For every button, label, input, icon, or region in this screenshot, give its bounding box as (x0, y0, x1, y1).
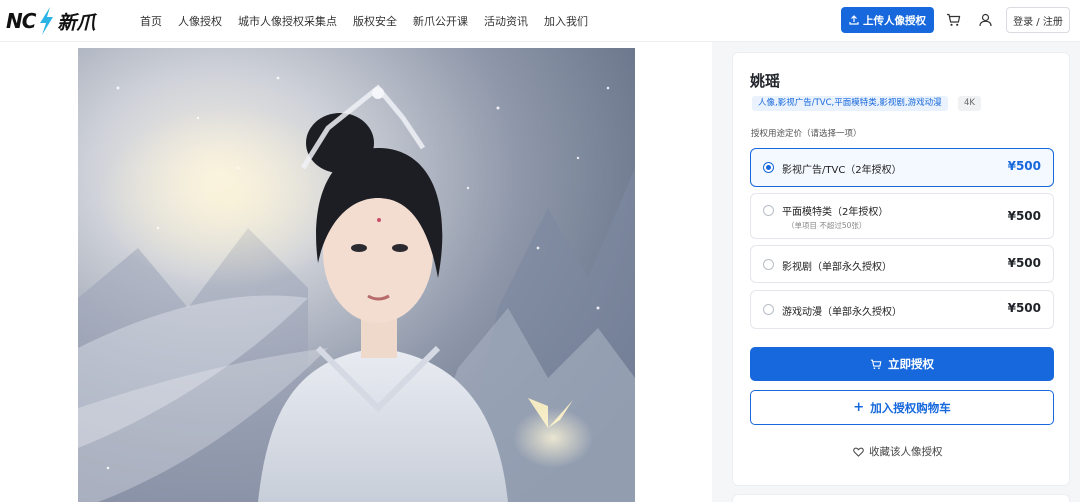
favorite-link[interactable]: 收藏该人像授权 (853, 444, 943, 459)
buy-label: 立即授权 (888, 357, 934, 371)
nav-item-open-class[interactable]: 新爪公开课 (413, 13, 468, 29)
login-register-button[interactable]: 登录 / 注册 (1006, 7, 1070, 33)
option-price: ¥500 (1007, 209, 1041, 223)
top-header: NC 新爪 首页 人像授权 城市人像授权采集点 版权安全 新爪公开课 活动资讯 … (0, 0, 1080, 42)
portrait-photo[interactable] (78, 48, 635, 502)
cart-icon[interactable] (944, 11, 962, 29)
cart-label: 加入授权购物车 (870, 400, 951, 415)
category-tag: 人像,影视广告/TVC,平面模特类,影视剧,游戏动漫 (752, 96, 948, 111)
usage-pricing-label: 授权用途定价（请选择一项） (751, 129, 862, 139)
logo-letters: NC (6, 9, 36, 33)
nav-item-city-collection[interactable]: 城市人像授权采集点 (238, 13, 337, 29)
logo-chinese: 新爪 (57, 11, 96, 34)
option-price: ¥500 (1007, 159, 1041, 173)
lightning-bolt-icon (40, 7, 54, 35)
license-option-print-model[interactable]: 平面模特类（2年授权） （单项目 不超过50张） ¥500 (750, 193, 1054, 239)
radio-icon (763, 259, 774, 270)
upload-portrait-button[interactable]: 上传人像授权 (841, 7, 934, 33)
buy-license-button[interactable]: 立即授权 (750, 347, 1054, 381)
option-sublabel: （单项目 不超过50张） (787, 221, 867, 230)
nav-item-home[interactable]: 首页 (140, 13, 162, 29)
option-price: ¥500 (1007, 256, 1041, 270)
user-icon[interactable] (976, 11, 994, 29)
nav-item-portrait-license[interactable]: 人像授权 (178, 13, 222, 29)
license-option-game-anime[interactable]: 游戏动漫（单部永久授权） ¥500 (750, 290, 1054, 329)
upload-icon (849, 15, 859, 25)
main-nav: 首页 人像授权 城市人像授权采集点 版权安全 新爪公开课 活动资讯 加入我们 (140, 0, 604, 42)
license-option-drama[interactable]: 影视剧（单部永久授权） ¥500 (750, 245, 1054, 283)
next-card-edge (732, 494, 1070, 502)
plus-icon: + (853, 400, 865, 415)
license-panel: 姚瑶 人像,影视广告/TVC,平面模特类,影视剧,游戏动漫 4K 授权用途定价（… (732, 52, 1070, 486)
license-option-tvc[interactable]: 影视广告/TVC（2年授权） ¥500 (750, 148, 1054, 187)
option-label: 平面模特类（2年授权） (782, 207, 889, 218)
option-price: ¥500 (1007, 301, 1041, 315)
nav-item-join-us[interactable]: 加入我们 (544, 13, 588, 29)
resolution-tag: 4K (958, 96, 981, 111)
nav-item-events[interactable]: 活动资讯 (484, 13, 528, 29)
favorite-label: 收藏该人像授权 (869, 446, 943, 458)
radio-selected-icon (763, 162, 774, 173)
nav-item-copyright[interactable]: 版权安全 (353, 13, 397, 29)
brand-logo[interactable]: NC 新爪 (6, 6, 95, 36)
add-to-cart-button[interactable]: + 加入授权购物车 (750, 390, 1054, 425)
heart-icon (853, 447, 864, 457)
upload-label: 上传人像授权 (863, 14, 926, 27)
cart-icon (870, 359, 882, 369)
option-label: 游戏动漫（单部永久授权） (782, 307, 902, 318)
portrait-name: 姚瑶 (750, 72, 781, 90)
option-label: 影视广告/TVC（2年授权） (782, 165, 902, 176)
option-label: 影视剧（单部永久授权） (782, 262, 892, 273)
radio-icon (763, 304, 774, 315)
radio-icon (763, 205, 774, 216)
